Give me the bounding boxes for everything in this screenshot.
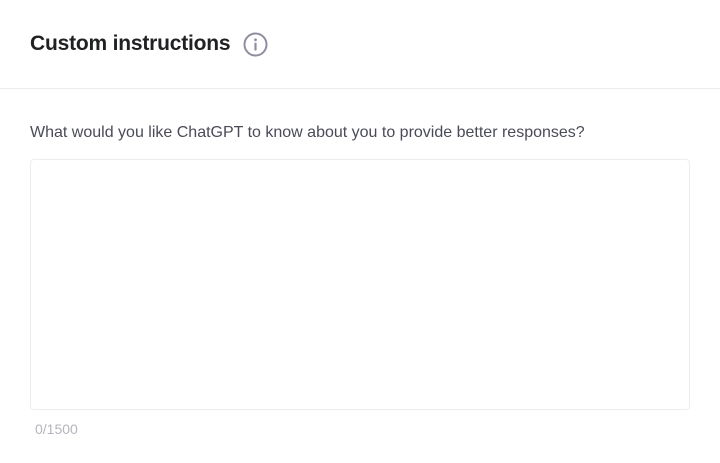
custom-instructions-dialog: Custom instructions What would you like … (0, 0, 720, 463)
dialog-header: Custom instructions (0, 0, 720, 89)
dialog-content: What would you like ChatGPT to know abou… (0, 89, 720, 437)
instructions-textarea-container (30, 159, 690, 410)
info-icon[interactable] (243, 32, 268, 57)
dialog-title: Custom instructions (30, 32, 231, 55)
about-you-textarea[interactable] (31, 160, 689, 409)
question-label: What would you like ChatGPT to know abou… (30, 124, 585, 141)
character-counter: 0/1500 (35, 421, 78, 437)
